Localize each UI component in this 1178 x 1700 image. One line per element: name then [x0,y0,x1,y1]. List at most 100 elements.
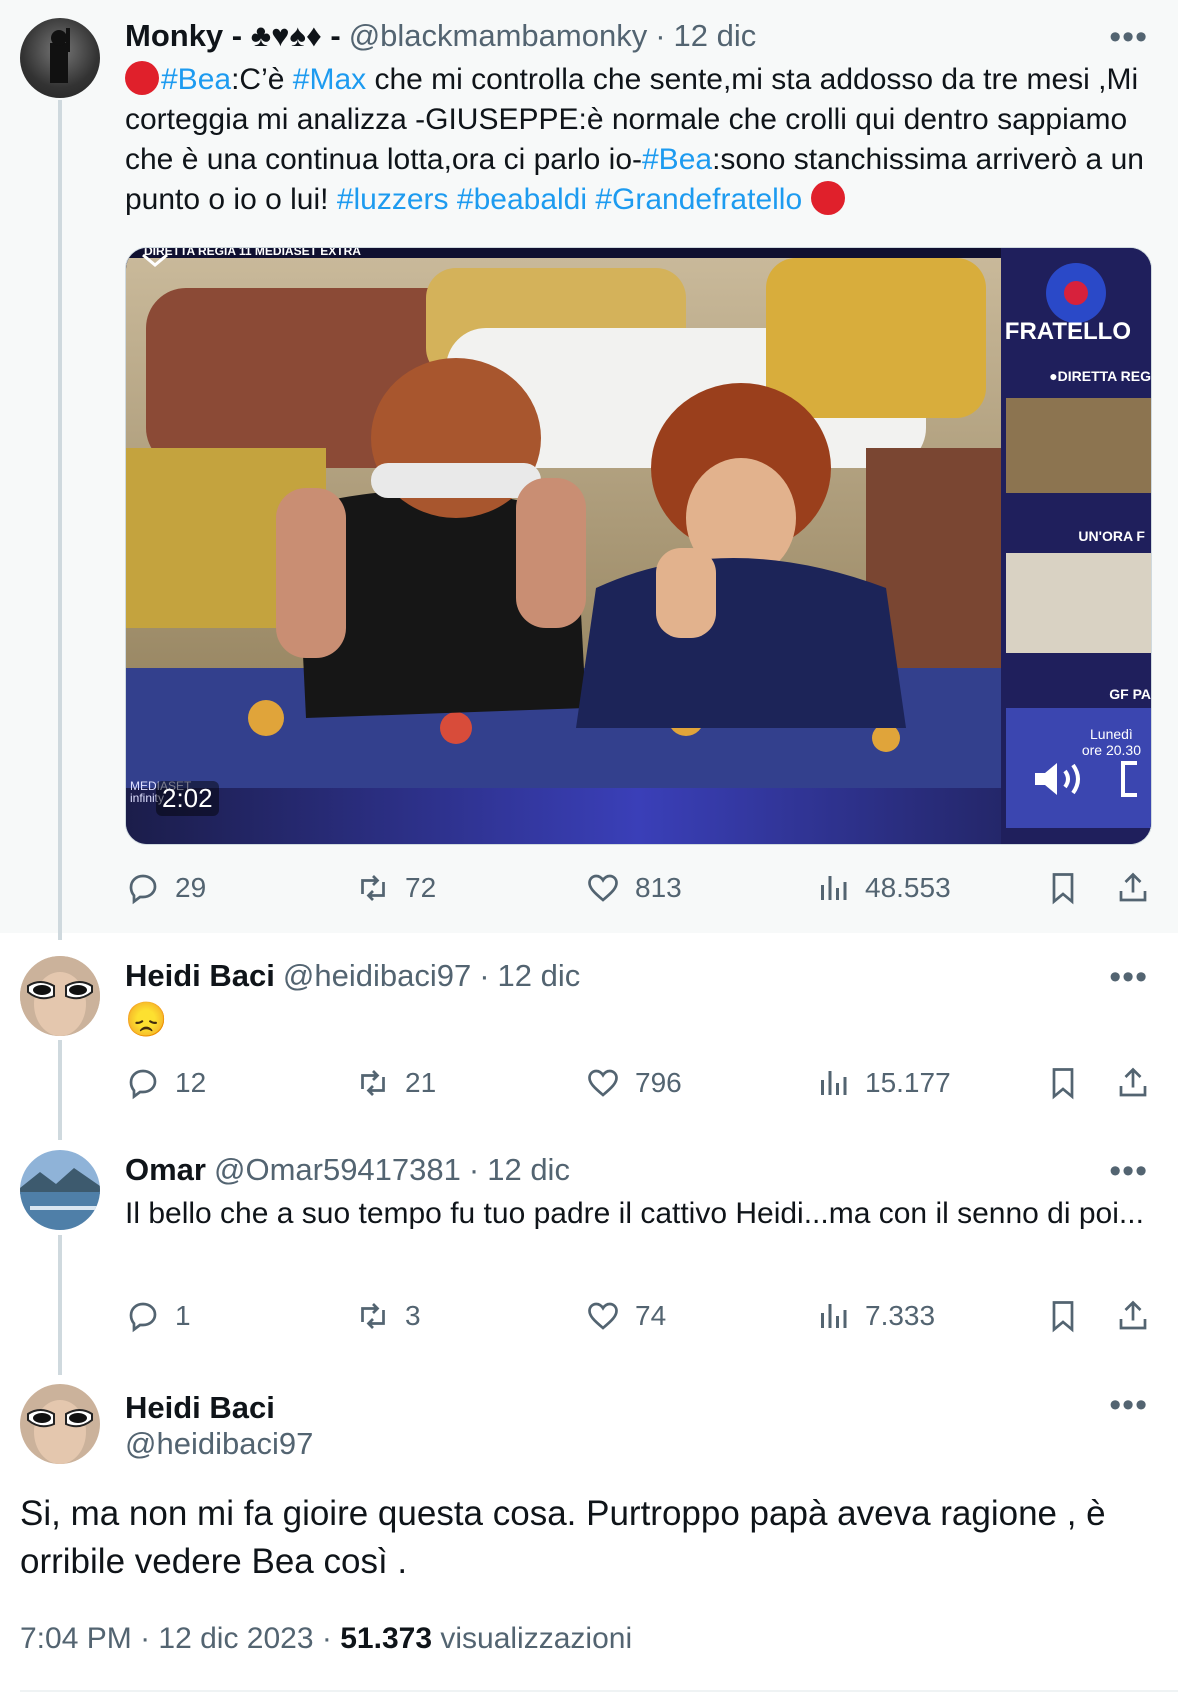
tweet-full-date[interactable]: 12 dic 2023 [158,1622,313,1655]
views-count: 7.333 [865,1300,936,1331]
avatar-sunglasses-icon [20,1384,100,1464]
tweet-text: Il bello che a suo tempo fu tuo padre il… [125,1197,1144,1230]
hashtag-link[interactable]: #Bea [161,63,231,96]
views-count: 48.553 [865,872,951,903]
separator-dot: · [655,18,666,53]
author-handle[interactable]: @heidibaci97 [283,958,471,994]
like-count: 813 [635,872,682,903]
views-label: visualizzazioni [440,1622,633,1655]
hashtag-link[interactable]: #beabaldi [457,183,587,216]
avatar[interactable] [20,18,100,98]
share-button[interactable] [1115,1065,1151,1101]
avatar[interactable] [20,956,100,1036]
overlay-schedule: Lunedì ore 20.30 [1081,726,1141,758]
retweet-button[interactable]: 3 [355,1298,421,1334]
author-name[interactable]: Omar [125,1152,206,1188]
overlay-live: ●DIRETTA REG [1049,368,1151,384]
retweet-button[interactable]: 72 [355,870,436,906]
tweet-time[interactable]: 7:04 PM [20,1622,132,1655]
share-icon [1119,872,1147,902]
like-button[interactable]: 796 [585,1065,682,1101]
analytics-icon [821,1304,847,1328]
share-button[interactable] [1115,1298,1151,1334]
more-options-icon[interactable]: ••• [1109,960,1148,994]
more-options-icon[interactable]: ••• [1109,1154,1148,1188]
tweet-date[interactable]: 12 dic [674,18,757,54]
retweet-button[interactable]: 21 [355,1065,436,1101]
like-button[interactable]: 74 [585,1298,666,1334]
fullscreen-icon[interactable] [1117,761,1141,802]
bookmark-button[interactable] [1045,1065,1081,1101]
separator-dot: · [479,958,490,993]
red-circle-icon [810,181,845,215]
retweet-icon [361,875,385,901]
retweet-count: 21 [405,1067,437,1098]
bookmark-icon [1052,873,1074,905]
views-count: 15.177 [865,1067,951,1098]
bookmark-icon [1052,1068,1074,1100]
views-total: 51.373 [340,1622,433,1655]
tweet-header: Omar @Omar59417381 · 12 dic [125,1152,570,1188]
separator-dot: · [468,1152,480,1187]
avatar-photo-icon [50,28,70,83]
author-name[interactable]: Heidi Baci [125,958,275,994]
like-count: 796 [635,1067,682,1098]
video-player[interactable]: FRATELLO ●DIRETTA REG UN'ORA F GF PA Lun… [125,247,1152,845]
overlay-brand: FRATELLO [1004,318,1131,345]
separator-dot: · [321,1622,332,1655]
tweet-actions: 12 21 796 15.177 [125,1065,1155,1109]
share-icon [1119,1300,1147,1330]
tweet-date[interactable]: 12 dic [498,958,581,994]
more-options-icon[interactable]: ••• [1109,20,1148,54]
overlay-una: UN'ORA F [1078,528,1145,544]
video-frame [126,248,1151,844]
hashtag-link[interactable]: #Bea [642,143,712,176]
reply-button[interactable]: 12 [125,1065,206,1101]
author-handle[interactable]: @Omar59417381 [214,1152,461,1188]
author-name[interactable]: Monky - ♣♥♠♦ - [125,18,341,54]
hashtag-link[interactable]: #Grandefratello [595,183,802,216]
divider [20,1690,1178,1692]
tweet-monky[interactable]: Monky - ♣♥♠♦ - @blackmambamonky · 12 dic… [0,0,1178,940]
volume-icon[interactable] [1031,759,1091,804]
avatar-lake-icon [20,1150,100,1230]
tweet-header: Monky - ♣♥♠♦ - @blackmambamonky · 12 dic [125,18,756,54]
thread-line [58,1040,62,1140]
reply-button[interactable]: 29 [125,870,206,906]
red-circle-icon [125,61,159,95]
reply-count: 29 [175,872,207,903]
more-options-icon[interactable]: ••• [1109,1388,1148,1422]
hashtag-link[interactable]: #Max [293,63,366,96]
tweet-text-segment [449,183,457,216]
views-button[interactable]: 15.177 [815,1065,951,1101]
reply-icon [129,874,157,905]
tweet-header: Heidi Baci @heidibaci97 · 12 dic [125,958,580,994]
overlay-gf: GF PA [1109,686,1151,702]
tweet-date[interactable]: 12 dic [487,1152,570,1188]
views-button[interactable]: 7.333 [815,1298,935,1334]
avatar-sunglasses-icon [20,956,100,1036]
bookmark-button[interactable] [1045,1298,1081,1334]
like-count: 74 [635,1300,667,1331]
views-button[interactable]: 48.553 [815,870,951,906]
like-button[interactable]: 813 [585,870,682,906]
reply-icon [129,1069,157,1100]
share-button[interactable] [1115,870,1151,906]
bookmark-button[interactable] [1045,870,1081,906]
tweet-text: #Bea:C’è #Max che mi controlla che sente… [125,60,1152,220]
retweet-icon [361,1303,385,1329]
author-name[interactable]: Heidi Baci [125,1390,275,1426]
video-duration: 2:02 [156,781,219,816]
chevron-down-icon[interactable] [140,252,170,268]
share-icon [1119,1067,1147,1097]
separator-dot: · [140,1622,151,1655]
author-handle[interactable]: @blackmambamonky [349,18,648,54]
overlay-regia: DIRETTA REGIA 11 MEDIASET EXTRA [144,247,361,258]
avatar[interactable] [20,1384,100,1464]
retweet-icon [361,1070,385,1096]
reply-button[interactable]: 1 [125,1298,191,1334]
avatar[interactable] [20,1150,100,1230]
author-handle[interactable]: @heidibaci97 [125,1426,313,1462]
heart-icon [588,1069,618,1097]
hashtag-link[interactable]: #luzzers [337,183,449,216]
